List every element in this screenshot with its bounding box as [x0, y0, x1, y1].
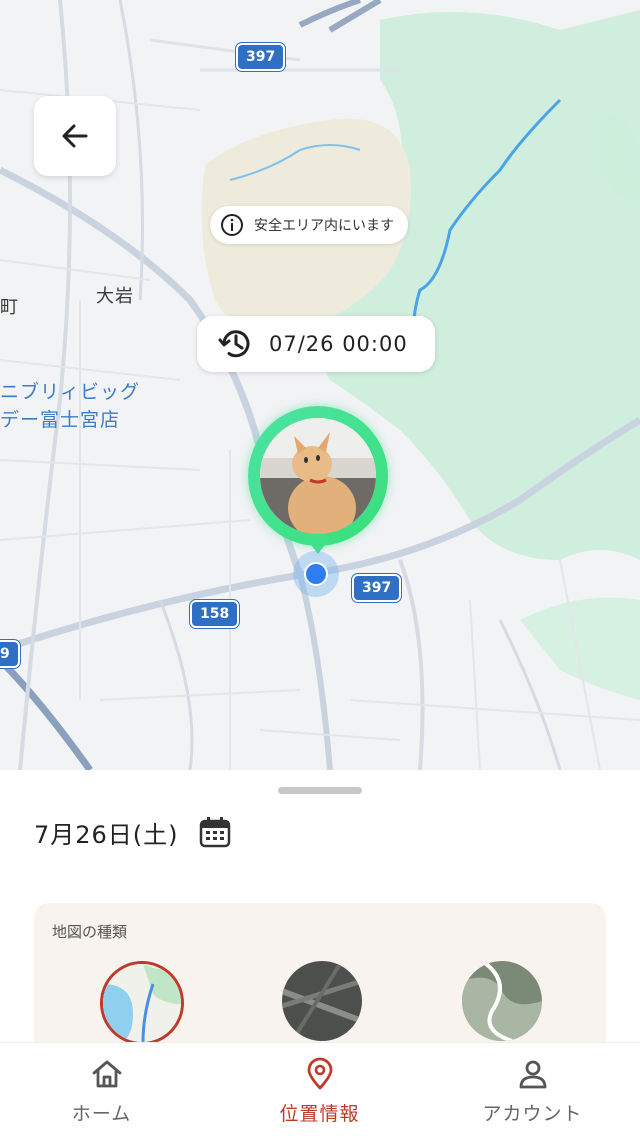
route-badge: 397: [236, 43, 286, 71]
route-badge: 397: [352, 574, 402, 602]
timestamp-text: 07/26 00:00: [269, 332, 408, 356]
home-icon: [92, 1060, 121, 1088]
bottom-navigation: ホーム 位置情報 アカウント: [0, 1042, 640, 1139]
poi-line-1: ニブリィビッグ: [0, 381, 141, 403]
clock-history-icon: [218, 330, 250, 358]
poi-label: ニブリィビッグ デー富士宮店: [0, 378, 140, 434]
sheet-drag-handle[interactable]: [278, 787, 362, 794]
date-row: 7月26日(土): [34, 814, 233, 850]
map-type-title: 地図の種類: [52, 923, 128, 941]
calendar-button[interactable]: [197, 814, 233, 850]
pet-location-marker[interactable]: [248, 406, 388, 566]
poi-line-2: デー富士宮店: [0, 409, 121, 431]
nav-account-label: アカウント: [482, 1103, 583, 1125]
place-label-machi: 町: [0, 297, 19, 318]
arrow-left-icon: [62, 124, 88, 148]
map-type-standard[interactable]: [100, 961, 184, 1045]
back-button[interactable]: [34, 96, 116, 176]
route-badge: 9: [0, 640, 20, 668]
safe-area-status: 安全エリア内にいます: [210, 206, 408, 244]
calendar-icon: [199, 817, 230, 848]
person-icon: [519, 1060, 546, 1089]
selected-date: 7月26日(土): [34, 820, 179, 849]
place-label-oiwa: 大岩: [96, 286, 134, 307]
nav-home[interactable]: ホーム: [0, 1043, 213, 1139]
nav-home-label: ホーム: [71, 1103, 132, 1125]
location-timestamp[interactable]: 07/26 00:00: [197, 316, 435, 372]
safe-area-text: 安全エリア内にいます: [254, 218, 394, 234]
route-badge: 158: [190, 600, 240, 628]
map-type-card: 地図の種類: [34, 903, 606, 1053]
current-location-dot: [293, 551, 339, 597]
bottom-sheet: 7月26日(土) 地図の種類: [0, 770, 640, 1053]
nav-location-label: 位置情報: [279, 1103, 360, 1125]
standard-map-thumbnail: [103, 964, 181, 1042]
nav-account[interactable]: アカウント: [426, 1043, 639, 1139]
current-location-dot-core: [304, 562, 328, 586]
satellite-map-thumbnail: [282, 961, 362, 1041]
location-pin-icon: [307, 1057, 332, 1090]
pet-avatar: [260, 418, 376, 534]
cat-photo: [260, 418, 376, 534]
nav-location[interactable]: 位置情報: [213, 1043, 426, 1139]
map-type-terrain[interactable]: [462, 961, 542, 1041]
map-view[interactable]: 大岩 町 ニブリィビッグ デー富士宮店 397 397 158 9 安全エリア内…: [0, 0, 640, 770]
info-circle-icon: [221, 214, 243, 236]
terrain-map-thumbnail: [462, 961, 542, 1041]
map-type-satellite[interactable]: [282, 961, 362, 1041]
